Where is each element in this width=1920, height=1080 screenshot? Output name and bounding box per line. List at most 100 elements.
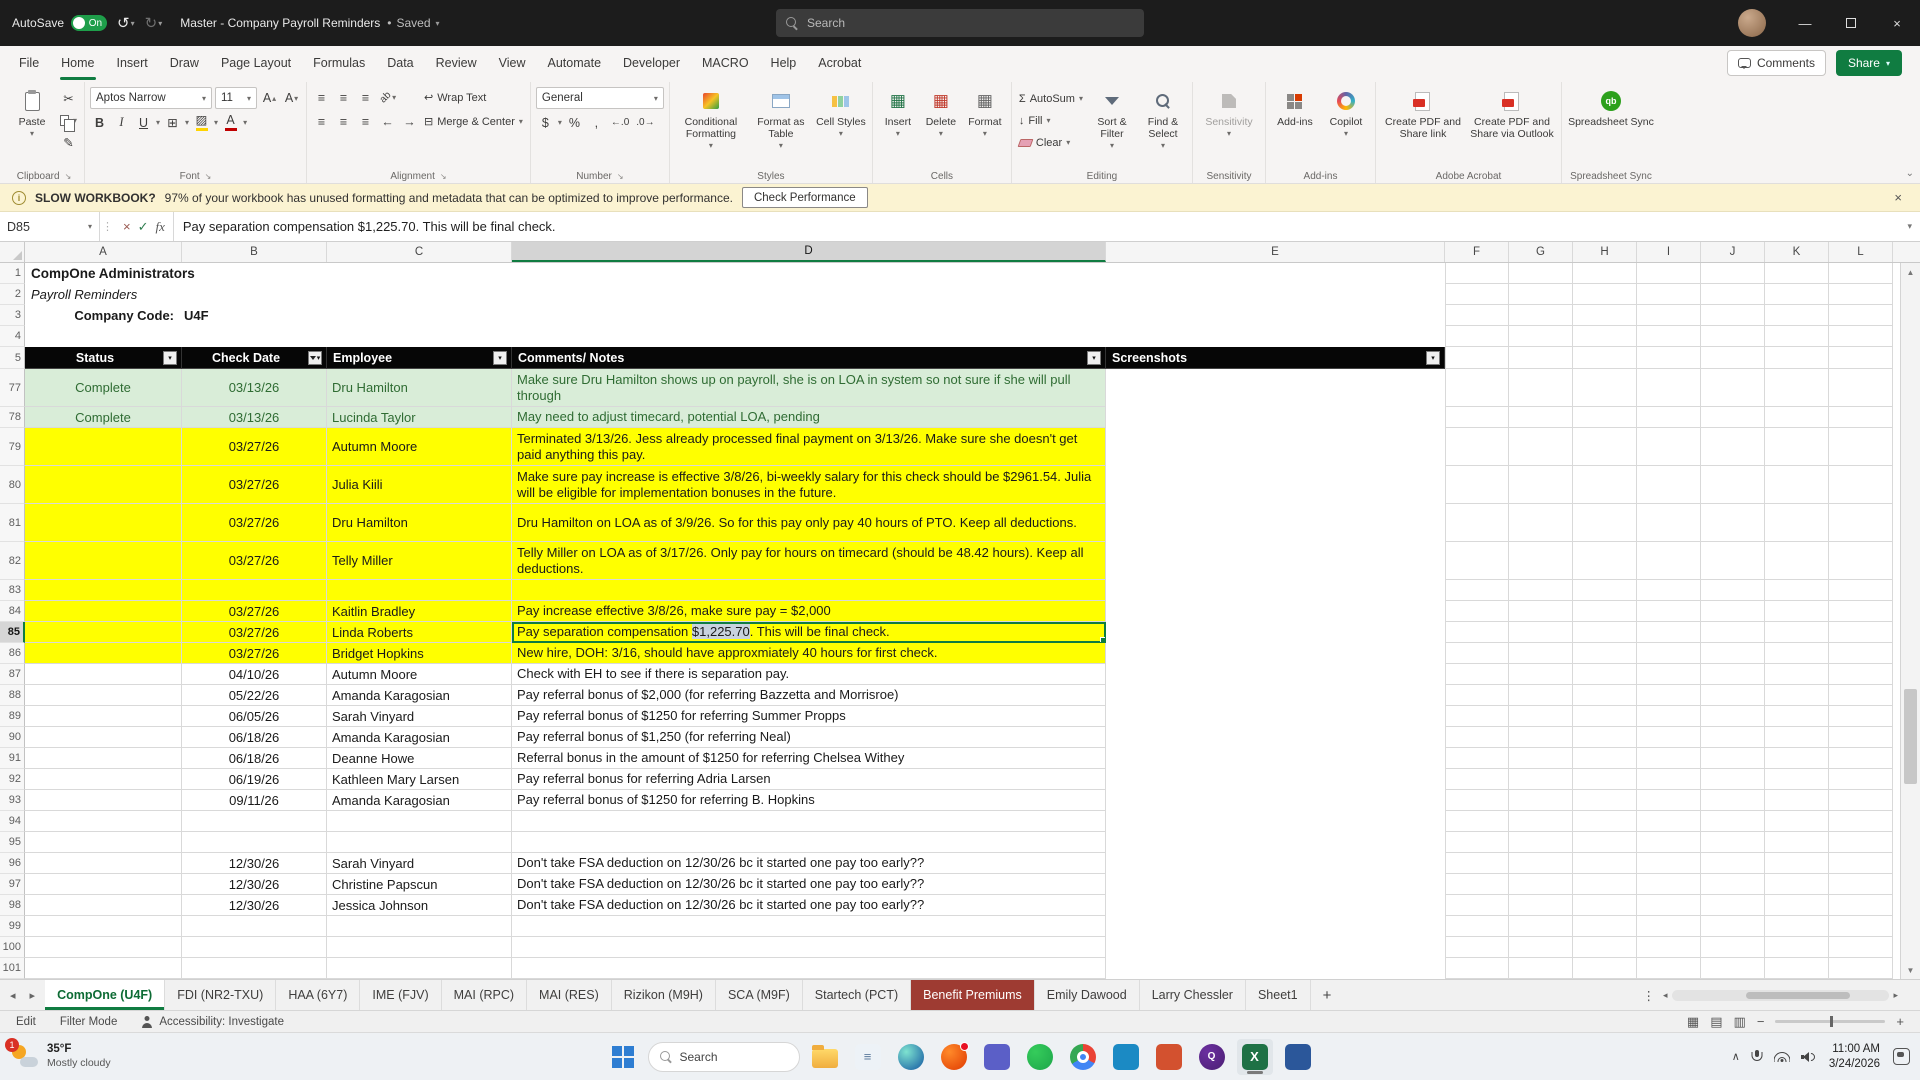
- menu-tab-file[interactable]: File: [8, 46, 50, 80]
- dismiss-warning-icon[interactable]: ×: [1888, 190, 1908, 205]
- create-pdf-share-outlook-button[interactable]: Create PDF and Share via Outlook: [1468, 84, 1556, 168]
- grid-cell[interactable]: [1106, 811, 1445, 832]
- company-code-label[interactable]: Company Code:: [25, 305, 182, 326]
- grid-cell[interactable]: [1573, 916, 1637, 937]
- grid-cell[interactable]: [25, 428, 182, 466]
- borders-button[interactable]: ⊞: [163, 112, 182, 133]
- grid-cell[interactable]: Amanda Karagosian: [327, 685, 512, 706]
- grid-cell[interactable]: [1509, 664, 1573, 685]
- grid-cell[interactable]: Autumn Moore: [327, 428, 512, 466]
- grid-cell[interactable]: [1106, 706, 1445, 727]
- number-format-select[interactable]: General ▾: [535, 87, 664, 109]
- grid-cell[interactable]: [1509, 601, 1573, 622]
- grid-cell[interactable]: [1509, 580, 1573, 601]
- grid-cell[interactable]: [1701, 664, 1765, 685]
- row-header-99[interactable]: 99: [0, 916, 25, 937]
- grid-cell[interactable]: Lucinda Taylor: [327, 407, 512, 428]
- grid-cell[interactable]: [1573, 832, 1637, 853]
- taskbar-clock[interactable]: 11:00 AM 3/24/2026: [1829, 1042, 1880, 1072]
- grid-cell[interactable]: [1765, 895, 1829, 916]
- grid-cell[interactable]: [1701, 958, 1765, 979]
- grid-cell[interactable]: [1701, 937, 1765, 958]
- grid-cell[interactable]: [1765, 504, 1829, 542]
- grid-cell[interactable]: [1637, 874, 1701, 895]
- grid-cell[interactable]: [1445, 347, 1509, 369]
- grid-cell[interactable]: [1829, 305, 1893, 326]
- grid-cell[interactable]: Kathleen Mary Larsen: [327, 769, 512, 790]
- minimize-button[interactable]: —: [1782, 0, 1828, 46]
- grid-cell[interactable]: [1509, 466, 1573, 504]
- grid-cell[interactable]: [1637, 305, 1701, 326]
- grid-cell[interactable]: [1829, 263, 1893, 284]
- grid-cell[interactable]: [1509, 369, 1573, 407]
- grid-cell[interactable]: [1509, 542, 1573, 580]
- grid-cell[interactable]: Amanda Karagosian: [327, 727, 512, 748]
- grid-cell[interactable]: [1765, 727, 1829, 748]
- grid-cell[interactable]: [512, 811, 1106, 832]
- row-header-92[interactable]: 92: [0, 769, 25, 790]
- clear-button[interactable]: Clear ▾: [1017, 132, 1085, 153]
- grid-cell[interactable]: [1573, 263, 1637, 284]
- grid-cell[interactable]: [1829, 542, 1893, 580]
- row-header-2[interactable]: 2: [0, 284, 25, 305]
- grid-cell[interactable]: [1573, 305, 1637, 326]
- font-size-select[interactable]: 11 ▾: [215, 87, 258, 109]
- grid-cell[interactable]: [1445, 542, 1509, 580]
- grid-cell[interactable]: [1829, 326, 1893, 347]
- row-header-91[interactable]: 91: [0, 748, 25, 769]
- grid-cell[interactable]: [1829, 958, 1893, 979]
- grid-cell[interactable]: [1106, 769, 1445, 790]
- autosave-toggle[interactable]: AutoSave On: [12, 15, 108, 31]
- grid-cell[interactable]: [1637, 643, 1701, 664]
- row-header-90[interactable]: 90: [0, 727, 25, 748]
- grid-cell[interactable]: [1509, 811, 1573, 832]
- grid-cell[interactable]: [1509, 622, 1573, 643]
- grid-cell[interactable]: [512, 937, 1106, 958]
- column-header-C[interactable]: C: [327, 242, 512, 262]
- sheet-tab-sheet1[interactable]: Sheet1: [1246, 980, 1311, 1010]
- grid-cell[interactable]: [1509, 790, 1573, 811]
- grid-cell[interactable]: Don't take FSA deduction on 12/30/26 bc …: [512, 895, 1106, 916]
- grid-cell[interactable]: [1106, 428, 1445, 466]
- grid-cell[interactable]: [1637, 664, 1701, 685]
- grid-cell[interactable]: 03/27/26: [182, 428, 327, 466]
- grid-cell[interactable]: [1637, 580, 1701, 601]
- menu-tab-data[interactable]: Data: [376, 46, 424, 80]
- grid-cell[interactable]: [1701, 263, 1765, 284]
- weather-widget[interactable]: 1 35°F Mostly cloudy: [5, 1038, 111, 1069]
- grid-cell[interactable]: [1509, 685, 1573, 706]
- tray-expand-icon[interactable]: ∧: [1732, 1050, 1740, 1063]
- menu-tab-page-layout[interactable]: Page Layout: [210, 46, 302, 80]
- grid-cell[interactable]: [1701, 832, 1765, 853]
- row-header-5[interactable]: 5: [0, 347, 25, 369]
- grid-cell[interactable]: [1509, 853, 1573, 874]
- grid-cell[interactable]: [1445, 769, 1509, 790]
- copilot-button[interactable]: Copilot ▾: [1322, 84, 1370, 168]
- grid-cell[interactable]: Dru Hamilton on LOA as of 3/9/26. So for…: [512, 504, 1106, 542]
- grid-cell[interactable]: [1701, 748, 1765, 769]
- grid-cell[interactable]: 03/13/26: [182, 369, 327, 407]
- grid-cell[interactable]: [1106, 790, 1445, 811]
- grid-cell[interactable]: [1445, 263, 1509, 284]
- row-header-93[interactable]: 93: [0, 790, 25, 811]
- grid-cell[interactable]: [25, 326, 1445, 347]
- column-header-K[interactable]: K: [1765, 242, 1829, 262]
- grid-cell[interactable]: [1573, 622, 1637, 643]
- column-header-E[interactable]: E: [1106, 242, 1445, 262]
- row-header-79[interactable]: 79: [0, 428, 25, 466]
- grid-cell[interactable]: [1573, 542, 1637, 580]
- grid-cell[interactable]: [1701, 580, 1765, 601]
- formula-bar-splitter[interactable]: ⋮: [100, 212, 115, 241]
- grid-cell[interactable]: [1829, 769, 1893, 790]
- grid-cell[interactable]: [25, 937, 182, 958]
- grid-cell[interactable]: 04/10/26: [182, 664, 327, 685]
- grid-cell[interactable]: [1829, 407, 1893, 428]
- filter-button-screenshots[interactable]: ▾: [1426, 350, 1440, 365]
- grid-cell[interactable]: [1701, 369, 1765, 407]
- format-cells-button[interactable]: ▦ Format ▾: [964, 84, 1006, 168]
- grid-cell[interactable]: [512, 916, 1106, 937]
- grid-cell[interactable]: 03/27/26: [182, 466, 327, 504]
- grid-cell[interactable]: [1573, 769, 1637, 790]
- grid-cell[interactable]: [512, 580, 1106, 601]
- grid-cell[interactable]: [1765, 748, 1829, 769]
